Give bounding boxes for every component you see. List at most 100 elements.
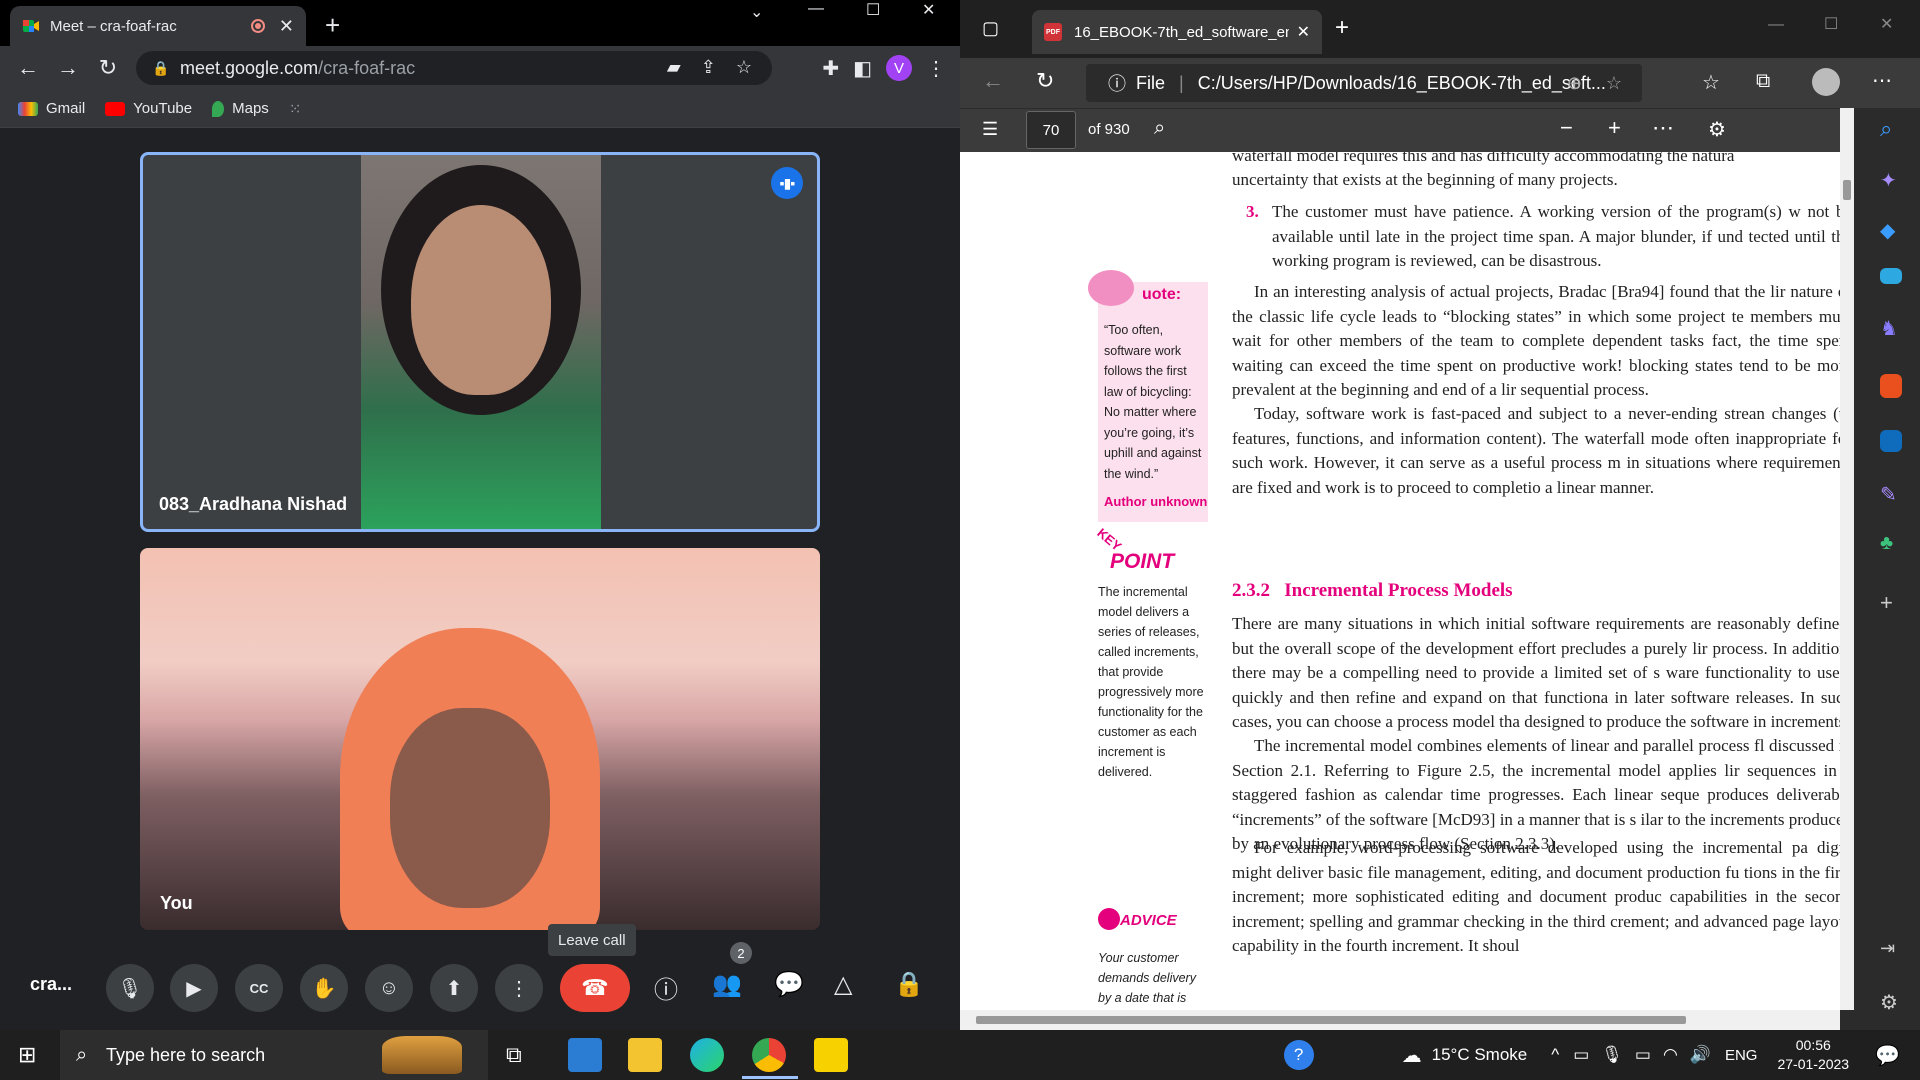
more-options-button[interactable]: ⋮ — [495, 964, 543, 1012]
notifications-icon[interactable]: 💬 — [1875, 1043, 1900, 1068]
search-sidebar-icon[interactable]: ⌕ — [1880, 116, 1910, 146]
search-icon[interactable]: ⌕ — [1154, 117, 1165, 140]
zoom-icon[interactable]: ⊕ — [1567, 73, 1582, 94]
language-indicator[interactable]: ENG — [1725, 1047, 1758, 1064]
favorite-add-icon[interactable]: ☆ — [1606, 73, 1622, 94]
office-icon[interactable] — [1880, 374, 1902, 398]
new-tab-button[interactable]: + — [1335, 14, 1349, 42]
mic-tray-icon[interactable]: 🎙 — [1601, 1045, 1623, 1065]
self-tile[interactable]: You — [140, 548, 820, 930]
minimize-button[interactable]: — — [1768, 16, 1784, 34]
close-tab-icon[interactable]: ✕ — [279, 16, 294, 37]
collections-icon[interactable]: ⧉ — [1756, 70, 1770, 93]
battery-icon[interactable]: ▭ — [1635, 1045, 1651, 1065]
outlook-icon[interactable] — [1880, 430, 1902, 452]
file-explorer-icon[interactable] — [628, 1038, 662, 1072]
activities-icon[interactable]: △ — [834, 970, 852, 999]
star-icon[interactable]: ☆ — [736, 57, 752, 78]
file-label: File — [1136, 72, 1166, 93]
present-button[interactable]: ⬆ — [430, 964, 478, 1012]
task-view-icon[interactable]: ⧉ — [506, 1042, 522, 1068]
camera-icon[interactable]: ▰ — [667, 57, 681, 78]
bookmark-gmail[interactable]: Gmail — [18, 100, 85, 117]
favorites-icon[interactable]: ☆ — [1702, 70, 1720, 95]
horizontal-scrollbar[interactable] — [960, 1010, 1840, 1030]
new-tab-button[interactable]: + — [325, 10, 340, 41]
address-bar[interactable]: 🔒 meet.google.com/cra-foaf-rac ▰ ⇪ ☆ — [136, 51, 772, 85]
help-icon[interactable]: ? — [1283, 1040, 1314, 1070]
extensions-icon[interactable]: ✚ — [822, 56, 839, 81]
wifi-icon[interactable]: ◠ — [1663, 1045, 1678, 1065]
weather-icon[interactable]: ☁ — [1402, 1043, 1422, 1068]
tab-actions-icon[interactable]: ▢ — [982, 18, 999, 39]
host-controls-icon[interactable]: 🔒 — [894, 970, 924, 999]
tools-icon[interactable] — [1880, 268, 1902, 284]
games-icon[interactable]: ♞ — [1880, 316, 1910, 346]
participant-tile[interactable]: ▪▮▪ 083_Aradhana Nishad — [140, 152, 820, 532]
reload-icon[interactable]: ↻ — [88, 55, 128, 81]
sidebar-settings-icon[interactable]: ⚙ — [1880, 990, 1910, 1020]
chat-icon[interactable]: 💬 — [774, 970, 804, 999]
people-icon[interactable]: 👥 — [712, 970, 742, 999]
mic-button[interactable]: 🎙 — [106, 964, 154, 1012]
profile-avatar[interactable] — [1812, 68, 1840, 96]
shopping-icon[interactable]: ◆ — [1880, 218, 1910, 248]
split-screen-icon[interactable]: ⇥ — [1880, 938, 1910, 968]
tab-title: Meet – cra-foaf-rac — [50, 17, 177, 35]
drop-icon[interactable]: ♣ — [1880, 532, 1910, 562]
network-icon[interactable]: ▭ — [1573, 1045, 1589, 1065]
volume-icon[interactable]: 🔊 — [1690, 1045, 1711, 1065]
leave-call-button[interactable]: ☎ — [560, 964, 630, 1012]
forward-icon[interactable]: → — [48, 55, 88, 81]
bookmark-maps[interactable]: Maps — [212, 100, 269, 117]
more-tools-icon[interactable]: ⋯ — [1652, 115, 1674, 141]
clock[interactable]: 00:56 27-01-2023 — [1777, 1036, 1849, 1074]
side-panel-icon[interactable]: ◧ — [853, 56, 872, 81]
page-number-input[interactable]: 70 — [1026, 111, 1076, 149]
back-icon[interactable]: ← — [982, 68, 1004, 94]
taskbar-search[interactable]: ⌕ Type here to search — [60, 1030, 488, 1080]
maximize-button[interactable]: ☐ — [866, 0, 880, 22]
close-window-button[interactable]: ✕ — [1880, 14, 1893, 34]
add-sidebar-icon[interactable]: + — [1880, 590, 1910, 620]
scroll-thumb[interactable] — [1843, 180, 1851, 200]
menu-icon[interactable]: ⋯ — [1872, 68, 1892, 93]
profile-avatar[interactable]: V — [886, 55, 912, 81]
captions-button[interactable]: CC — [235, 964, 283, 1012]
zoom-in-icon[interactable]: + — [1608, 115, 1621, 141]
minimize-button[interactable]: — — [808, 0, 824, 22]
copilot-icon[interactable]: ✦ — [1880, 168, 1910, 198]
maximize-button[interactable]: ☐ — [1824, 14, 1838, 34]
hand-icon: ✋ — [311, 977, 337, 1000]
share-icon[interactable]: ⇪ — [701, 57, 716, 78]
windows-start-icon[interactable]: ⊞ — [18, 1042, 36, 1068]
reactions-button[interactable]: ☺ — [365, 964, 413, 1012]
meeting-code[interactable]: cra... — [30, 974, 72, 995]
designer-icon[interactable]: ✎ — [1880, 482, 1910, 512]
meet-tab[interactable]: Meet – cra-foaf-rac ✕ — [10, 6, 306, 46]
apps-grid-icon[interactable]: ⁙ — [289, 100, 302, 118]
address-bar[interactable]: ⓘ File | C:/Users/HP/Downloads/16_EBOOK-… — [1086, 64, 1642, 102]
raise-hand-button[interactable]: ✋ — [300, 964, 348, 1012]
h-scroll-thumb[interactable] — [976, 1016, 1686, 1024]
close-window-button[interactable]: ✕ — [922, 0, 935, 22]
weather-text[interactable]: 15°C Smoke — [1432, 1045, 1528, 1065]
info-icon[interactable]: ⓘ — [654, 970, 678, 1005]
close-tab-icon[interactable]: ✕ — [1297, 22, 1310, 42]
contents-icon[interactable]: ☰ — [982, 119, 998, 140]
sticky-notes-icon[interactable] — [814, 1038, 848, 1072]
tab-search-icon[interactable]: ⌄ — [750, 2, 763, 24]
camera-button[interactable]: ▶ — [170, 964, 218, 1012]
menu-icon[interactable]: ⋮ — [926, 56, 946, 81]
mail-app-icon[interactable] — [568, 1038, 602, 1072]
edge-app-icon[interactable] — [690, 1038, 724, 1072]
chevron-up-icon[interactable]: ^ — [1551, 1045, 1559, 1065]
bookmark-youtube[interactable]: YouTube — [105, 100, 192, 117]
chrome-app-icon[interactable] — [752, 1038, 786, 1072]
zoom-out-icon[interactable]: − — [1560, 115, 1573, 141]
reload-icon[interactable]: ↻ — [1036, 68, 1054, 94]
vertical-scrollbar[interactable] — [1840, 108, 1854, 1010]
back-icon[interactable]: ← — [8, 55, 48, 81]
pdf-tab[interactable]: PDF 16_EBOOK-7th_ed_software_eng ✕ — [1032, 10, 1322, 54]
settings-icon[interactable]: ⚙ — [1708, 117, 1726, 142]
